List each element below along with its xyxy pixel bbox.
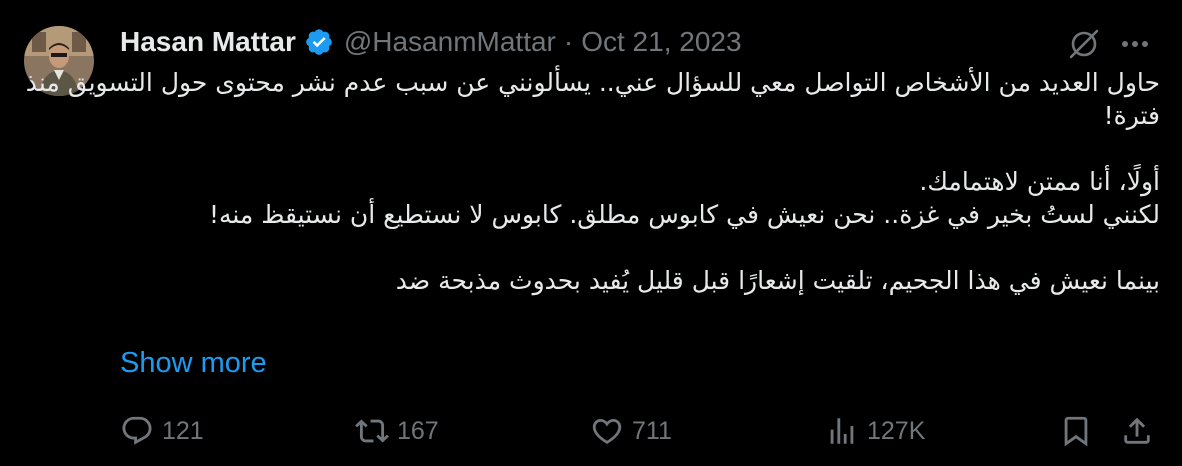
- tweet-date[interactable]: Oct 21, 2023: [581, 26, 741, 58]
- separator-dot: ·: [563, 26, 574, 57]
- tweet-line: حاول العديد من الأشخاص التواصل معي للسؤا…: [25, 68, 1160, 97]
- author-name[interactable]: Hasan Mattar: [120, 26, 296, 58]
- tweet-line: بينما نعيش في هذا الجحيم، تلقيت إشعارًا …: [395, 266, 1160, 295]
- share-icon: [1124, 417, 1150, 444]
- reply-count: 121: [162, 416, 204, 445]
- bookmark-button[interactable]: [1057, 412, 1095, 450]
- verified-badge-icon[interactable]: [304, 27, 334, 57]
- repost-button[interactable]: 167: [355, 412, 439, 450]
- tweet-text: حاول العديد من الأشخاص التواصل معي للسؤا…: [25, 66, 1160, 297]
- tweet-line: أولًا، أنا ممتن لاهتمامك.: [919, 167, 1160, 196]
- tweet-line: [120, 231, 1160, 264]
- tweet-header: Hasan Mattar @HasanmMattar · Oct 21, 202…: [120, 25, 742, 59]
- views-button[interactable]: 127K: [825, 412, 925, 450]
- repost-icon: [355, 419, 389, 443]
- bookmark-icon: [1064, 416, 1088, 447]
- like-count: 711: [632, 416, 672, 445]
- views-count: 127K: [867, 416, 926, 445]
- show-more-link[interactable]: Show more: [120, 347, 267, 380]
- grok-icon[interactable]: [1066, 26, 1102, 62]
- author-handle[interactable]: @HasanmMattar: [344, 26, 556, 58]
- repost-count: 167: [397, 416, 439, 445]
- like-button[interactable]: 711: [590, 412, 672, 450]
- more-icon[interactable]: [1118, 30, 1152, 58]
- tweet-line: [120, 132, 1160, 165]
- views-icon: [830, 418, 854, 444]
- like-icon: [592, 418, 622, 444]
- reply-button[interactable]: 121: [120, 412, 204, 450]
- reply-icon: [122, 416, 152, 445]
- share-button[interactable]: [1118, 412, 1156, 450]
- tweet-line: لكنني لستُ بخير في غزة.. نحن نعيش في كاب…: [208, 200, 1160, 229]
- tweet-line: فترة!: [1103, 101, 1160, 130]
